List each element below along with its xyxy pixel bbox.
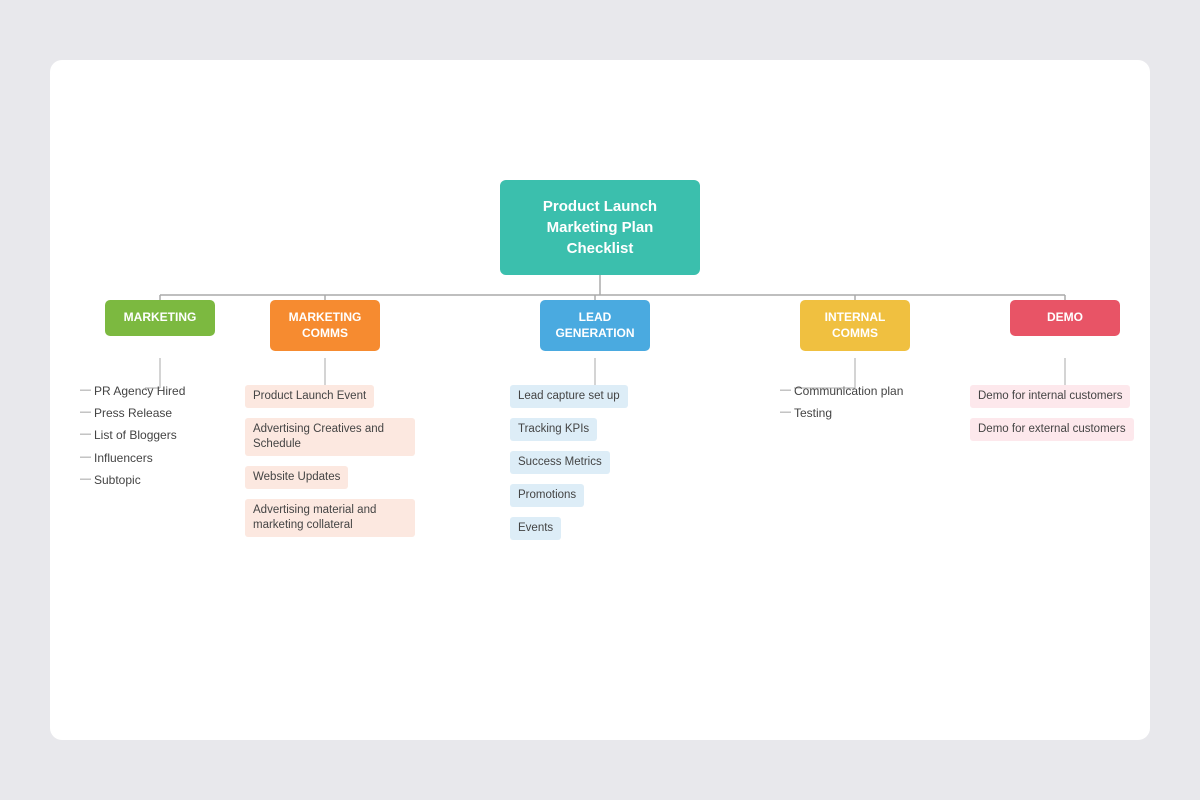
list-item: Events [510,512,628,545]
list-item: Influencers [80,447,185,469]
list-item: Advertising material and marketing colla… [245,494,415,542]
demo-subtopics: Demo for internal customers Demo for ext… [970,380,1134,446]
category-internal-label: INTERNAL COMMS [825,310,886,340]
list-item: Success Metrics [510,446,628,479]
list-item: Website Updates [245,461,415,494]
list-item: Promotions [510,479,628,512]
internal-subtopics: Communication plan Testing [780,380,903,424]
category-mktcomms: MARKETING COMMS [270,300,380,351]
category-internal: INTERNAL COMMS [800,300,910,351]
marketing-subtopics: PR Agency Hired Press Release List of Bl… [80,380,185,491]
list-item: Tracking KPIs [510,413,628,446]
category-demo-label: DEMO [1047,310,1083,324]
list-item: Advertising Creatives and Schedule [245,413,415,461]
list-item: Communication plan [780,380,903,402]
list-item: Subtopic [80,469,185,491]
leadgen-subtopics: Lead capture set up Tracking KPIs Succes… [510,380,628,545]
list-item: Product Launch Event [245,380,415,413]
list-item: Lead capture set up [510,380,628,413]
list-item: Demo for external customers [970,413,1134,446]
category-demo: DEMO [1010,300,1120,336]
list-item: List of Bloggers [80,424,185,446]
category-mktcomms-label: MARKETING COMMS [289,310,362,340]
root-node: Product Launch Marketing Plan Checklist [500,180,700,275]
category-leadgen: LEAD GENERATION [540,300,650,351]
list-item: Demo for internal customers [970,380,1134,413]
mind-map-canvas: Product Launch Marketing Plan Checklist … [50,60,1150,740]
mktcomms-subtopics: Product Launch Event Advertising Creativ… [245,380,415,542]
list-item: PR Agency Hired [80,380,185,402]
category-marketing-label: MARKETING [124,310,197,324]
category-marketing: MARKETING [105,300,215,336]
list-item: Press Release [80,402,185,424]
category-leadgen-label: LEAD GENERATION [555,310,634,340]
list-item: Testing [780,402,903,424]
root-label: Product Launch Marketing Plan Checklist [543,198,657,257]
